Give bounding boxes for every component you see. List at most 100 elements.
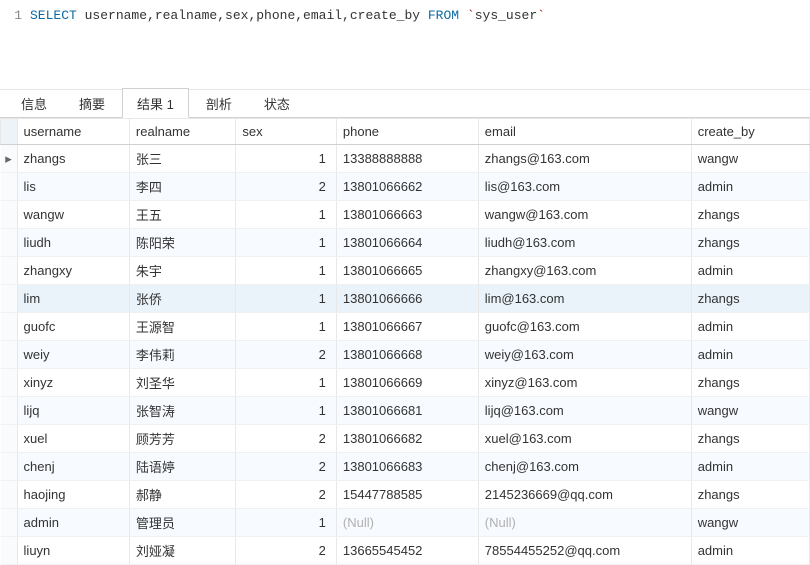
cell-sex[interactable]: 2 [236,537,337,565]
cell-username[interactable]: liudh [17,229,129,257]
cell-phone[interactable]: 13801066667 [336,313,478,341]
cell-username[interactable]: lim [17,285,129,313]
tab-2[interactable]: 结果 1 [122,88,189,118]
cell-sex[interactable]: 1 [236,369,337,397]
cell-sex[interactable]: 1 [236,201,337,229]
cell-sex[interactable]: 2 [236,453,337,481]
table-row[interactable]: lis李四213801066662lis@163.comadmin [1,173,810,201]
column-header-realname[interactable]: realname [129,119,235,145]
tab-4[interactable]: 状态 [249,88,305,117]
table-row[interactable]: chenj陆语婷213801066683chenj@163.comadmin [1,453,810,481]
cell-sex[interactable]: 2 [236,425,337,453]
table-row[interactable]: admin管理员1(Null)(Null)wangw [1,509,810,537]
cell-phone[interactable]: 13801066662 [336,173,478,201]
cell-username[interactable]: lis [17,173,129,201]
table-row[interactable]: xinyz刘圣华113801066669xinyz@163.comzhangs [1,369,810,397]
cell-create-by[interactable]: admin [691,257,809,285]
column-header-username[interactable]: username [17,119,129,145]
cell-email[interactable]: 2145236669@qq.com [478,481,691,509]
cell-email[interactable]: chenj@163.com [478,453,691,481]
cell-username[interactable]: liuyn [17,537,129,565]
table-row[interactable]: lim张侨113801066666lim@163.comzhangs [1,285,810,313]
cell-create-by[interactable]: admin [691,537,809,565]
cell-phone[interactable]: (Null) [336,509,478,537]
cell-create-by[interactable]: wangw [691,509,809,537]
cell-username[interactable]: lijq [17,397,129,425]
cell-create-by[interactable]: zhangs [691,229,809,257]
column-header-create_by[interactable]: create_by [691,119,809,145]
column-header-sex[interactable]: sex [236,119,337,145]
cell-phone[interactable]: 13665545452 [336,537,478,565]
cell-phone[interactable]: 13801066663 [336,201,478,229]
cell-email[interactable]: lim@163.com [478,285,691,313]
tab-0[interactable]: 信息 [6,88,62,117]
cell-username[interactable]: xuel [17,425,129,453]
cell-username[interactable]: guofc [17,313,129,341]
cell-create-by[interactable]: admin [691,341,809,369]
cell-realname[interactable]: 朱宇 [129,257,235,285]
cell-sex[interactable]: 1 [236,397,337,425]
table-row[interactable]: haojing郝静2154477885852145236669@qq.comzh… [1,481,810,509]
cell-realname[interactable]: 李四 [129,173,235,201]
cell-create-by[interactable]: wangw [691,145,809,173]
cell-email[interactable]: zhangs@163.com [478,145,691,173]
cell-phone[interactable]: 13801066666 [336,285,478,313]
cell-phone[interactable]: 13801066668 [336,341,478,369]
cell-email[interactable]: zhangxy@163.com [478,257,691,285]
cell-realname[interactable]: 王源智 [129,313,235,341]
cell-realname[interactable]: 张智涛 [129,397,235,425]
table-row[interactable]: weiy李伟莉213801066668weiy@163.comadmin [1,341,810,369]
cell-sex[interactable]: 2 [236,481,337,509]
cell-create-by[interactable]: admin [691,453,809,481]
cell-realname[interactable]: 张侨 [129,285,235,313]
table-row[interactable]: guofc王源智113801066667guofc@163.comadmin [1,313,810,341]
cell-create-by[interactable]: admin [691,313,809,341]
cell-create-by[interactable]: zhangs [691,425,809,453]
cell-phone[interactable]: 13801066682 [336,425,478,453]
table-row[interactable]: xuel顾芳芳213801066682xuel@163.comzhangs [1,425,810,453]
cell-phone[interactable]: 13801066683 [336,453,478,481]
cell-sex[interactable]: 1 [236,313,337,341]
cell-email[interactable]: xuel@163.com [478,425,691,453]
cell-phone[interactable]: 13801066681 [336,397,478,425]
table-row[interactable]: liuyn刘娅凝21366554545278554455252@qq.comad… [1,537,810,565]
cell-username[interactable]: wangw [17,201,129,229]
cell-email[interactable]: xinyz@163.com [478,369,691,397]
cell-realname[interactable]: 李伟莉 [129,341,235,369]
cell-phone[interactable]: 13388888888 [336,145,478,173]
cell-create-by[interactable]: zhangs [691,481,809,509]
cell-sex[interactable]: 1 [236,145,337,173]
cell-realname[interactable]: 管理员 [129,509,235,537]
sql-code[interactable]: SELECT username,realname,sex,phone,email… [30,6,545,26]
cell-create-by[interactable]: zhangs [691,201,809,229]
cell-sex[interactable]: 1 [236,229,337,257]
cell-username[interactable]: xinyz [17,369,129,397]
cell-username[interactable]: admin [17,509,129,537]
cell-realname[interactable]: 张三 [129,145,235,173]
cell-email[interactable]: (Null) [478,509,691,537]
cell-create-by[interactable]: zhangs [691,369,809,397]
cell-sex[interactable]: 1 [236,285,337,313]
cell-email[interactable]: wangw@163.com [478,201,691,229]
sql-editor[interactable]: 1 SELECT username,realname,sex,phone,ema… [0,0,810,90]
cell-sex[interactable]: 1 [236,257,337,285]
cell-phone[interactable]: 13801066665 [336,257,478,285]
cell-sex[interactable]: 2 [236,173,337,201]
cell-username[interactable]: zhangxy [17,257,129,285]
cell-username[interactable]: weiy [17,341,129,369]
table-row[interactable]: liudh陈阳荣113801066664liudh@163.comzhangs [1,229,810,257]
cell-username[interactable]: chenj [17,453,129,481]
tab-3[interactable]: 剖析 [191,88,247,117]
cell-realname[interactable]: 顾芳芳 [129,425,235,453]
cell-username[interactable]: haojing [17,481,129,509]
cell-realname[interactable]: 刘圣华 [129,369,235,397]
cell-realname[interactable]: 刘娅凝 [129,537,235,565]
cell-realname[interactable]: 陆语婷 [129,453,235,481]
cell-phone[interactable]: 15447788585 [336,481,478,509]
tab-1[interactable]: 摘要 [64,88,120,117]
cell-email[interactable]: lis@163.com [478,173,691,201]
cell-phone[interactable]: 13801066669 [336,369,478,397]
cell-create-by[interactable]: wangw [691,397,809,425]
cell-username[interactable]: zhangs [17,145,129,173]
cell-email[interactable]: 78554455252@qq.com [478,537,691,565]
